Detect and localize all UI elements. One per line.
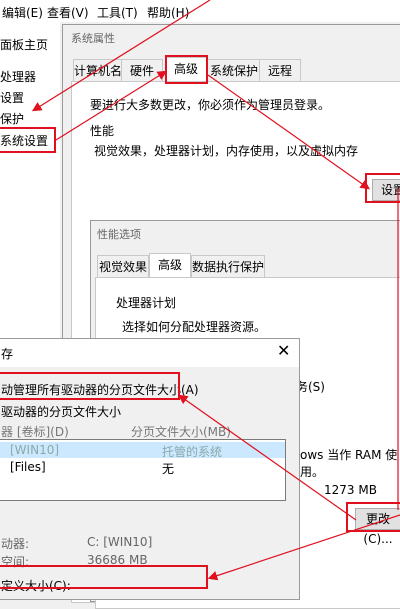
arrow-to-settings-button [207,74,370,190]
arrow-to-auto-manage [178,394,357,521]
arrow-to-settings-link [31,0,211,112]
arrow-to-custom-size [207,514,400,581]
arrow-to-advanced-tab [55,70,168,141]
annotation-arrows [31,0,400,581]
